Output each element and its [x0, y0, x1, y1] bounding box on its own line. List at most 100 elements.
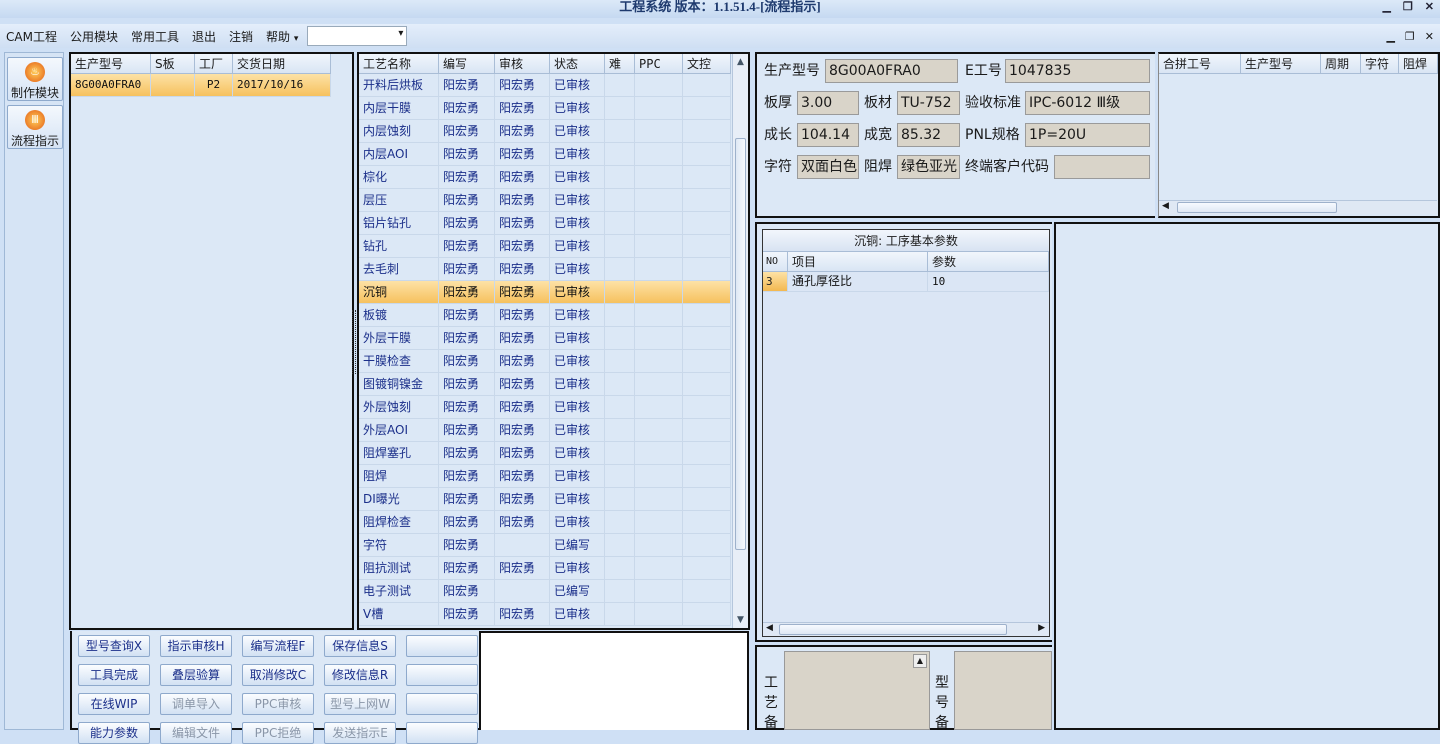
char-field[interactable]: 双面白色	[797, 155, 859, 179]
process-row[interactable]: 阻焊检查 阳宏勇 阳宏勇 已审核	[359, 511, 731, 534]
action-button-2-4[interactable]	[406, 693, 478, 715]
process-row[interactable]: 内层蚀刻 阳宏勇 阳宏勇 已审核	[359, 120, 731, 143]
col-no[interactable]: NO	[763, 252, 788, 271]
col-writer[interactable]: 编写	[439, 54, 495, 73]
process-row[interactable]: 阻焊塞孔 阳宏勇 阳宏勇 已审核	[359, 442, 731, 465]
col-merge-char[interactable]: 字符	[1361, 54, 1399, 73]
menu-combo-select[interactable]	[307, 26, 408, 46]
process-row[interactable]: 棕化 阳宏勇 阳宏勇 已审核	[359, 166, 731, 189]
process-row[interactable]: 内层干膜 阳宏勇 阳宏勇 已审核	[359, 97, 731, 120]
process-vscroll[interactable]: ▲ ▼	[732, 54, 748, 628]
action-button-0-2[interactable]: 编写流程F	[242, 635, 314, 657]
merge-hscroll[interactable]: ◀	[1159, 200, 1437, 214]
close-icon[interactable]: ✕	[1425, 0, 1434, 14]
col-doc-control[interactable]: 文控	[683, 54, 731, 73]
model-field[interactable]: 8G00A0FRA0	[825, 59, 958, 83]
menu-logout[interactable]: 注销	[229, 28, 253, 45]
col-process-name[interactable]: 工艺名称	[359, 54, 439, 73]
material-field[interactable]: TU-752	[897, 91, 960, 115]
process-row[interactable]: 阻抗测试 阳宏勇 阳宏勇 已审核	[359, 557, 731, 580]
action-button-0-1[interactable]: 指示审核H	[160, 635, 232, 657]
action-button-3-0[interactable]: 能力参数	[78, 722, 150, 744]
param-scroll-left-icon[interactable]: ◀	[766, 623, 773, 633]
scroll-down-icon[interactable]: ▼	[733, 612, 748, 628]
process-row[interactable]: V槽 阳宏勇 阳宏勇 已审核	[359, 603, 731, 626]
action-button-2-1[interactable]: 调单导入	[160, 693, 232, 715]
col-difficulty[interactable]: 难	[605, 54, 635, 73]
process-row[interactable]: 内层AOI 阳宏勇 阳宏勇 已审核	[359, 143, 731, 166]
process-row[interactable]: 干膜检查 阳宏勇 阳宏勇 已审核	[359, 350, 731, 373]
col-model[interactable]: 生产型号	[71, 54, 151, 73]
action-button-1-1[interactable]: 叠层验算	[160, 664, 232, 686]
param-scroll-right-icon[interactable]: ▶	[1038, 623, 1045, 633]
process-row[interactable]: 电子测试 阳宏勇 已编写	[359, 580, 731, 603]
col-status[interactable]: 状态	[550, 54, 605, 73]
process-row[interactable]: 开料后烘板 阳宏勇 阳宏勇 已审核	[359, 74, 731, 97]
minimize-icon[interactable]: ▁	[1382, 0, 1390, 14]
col-ppc[interactable]: PPC	[635, 54, 683, 73]
col-merge-cycle[interactable]: 周期	[1321, 54, 1361, 73]
mdi-close-icon[interactable]: ✕	[1425, 30, 1434, 43]
col-item[interactable]: 项目	[788, 252, 928, 271]
mdi-minimize-icon[interactable]: ▁	[1386, 30, 1394, 43]
order-row[interactable]: 8G00A0FRA0 P2 2017/10/16	[71, 74, 331, 97]
mdi-restore-icon[interactable]: ❐	[1405, 30, 1415, 43]
action-button-1-2[interactable]: 取消修改C	[242, 664, 314, 686]
process-row[interactable]: 板镀 阳宏勇 阳宏勇 已审核	[359, 304, 731, 327]
action-button-3-4[interactable]	[406, 722, 478, 744]
menu-common-module[interactable]: 公用模块	[70, 28, 118, 45]
action-button-2-0[interactable]: 在线WIP	[78, 693, 150, 715]
col-sboard[interactable]: S板	[151, 54, 195, 73]
process-row[interactable]: 铝片钻孔 阳宏勇 阳宏勇 已审核	[359, 212, 731, 235]
process-remark-box[interactable]: ▲	[784, 651, 930, 730]
action-button-0-0[interactable]: 型号查询X	[78, 635, 150, 657]
col-reviewer[interactable]: 审核	[495, 54, 550, 73]
process-row[interactable]: 图镀铜镍金 阳宏勇 阳宏勇 已审核	[359, 373, 731, 396]
action-button-2-2[interactable]: PPC审核	[242, 693, 314, 715]
action-button-1-3[interactable]: 修改信息R	[324, 664, 396, 686]
process-row[interactable]: DI曝光 阳宏勇 阳宏勇 已审核	[359, 488, 731, 511]
restore-icon[interactable]: ❐	[1403, 0, 1413, 14]
width-field[interactable]: 85.32	[897, 123, 960, 147]
standard-field[interactable]: IPC-6012 Ⅲ级	[1025, 91, 1150, 115]
action-button-0-3[interactable]: 保存信息S	[324, 635, 396, 657]
process-row[interactable]: 阻焊 阳宏勇 阳宏勇 已审核	[359, 465, 731, 488]
process-row[interactable]: 外层AOI 阳宏勇 阳宏勇 已审核	[359, 419, 731, 442]
param-scroll-thumb[interactable]	[779, 624, 1007, 635]
process-row[interactable]: 外层蚀刻 阳宏勇 阳宏勇 已审核	[359, 396, 731, 419]
process-row[interactable]: 字符 阳宏勇 已编写	[359, 534, 731, 557]
action-button-1-0[interactable]: 工具完成	[78, 664, 150, 686]
col-delivery[interactable]: 交货日期	[233, 54, 331, 73]
customer-code-field[interactable]	[1054, 155, 1150, 179]
process-guide-button[interactable]: Ⅲ 流程指示	[7, 105, 63, 149]
col-param[interactable]: 参数	[928, 252, 1049, 271]
action-button-3-1[interactable]: 编辑文件	[160, 722, 232, 744]
make-module-button[interactable]: ♨ 制作模块	[7, 57, 63, 101]
param-hscroll[interactable]: ◀ ▶	[763, 622, 1049, 636]
splitter-handle[interactable]	[352, 310, 356, 374]
process-scroll-thumb[interactable]	[735, 138, 746, 550]
action-button-0-4[interactable]	[406, 635, 478, 657]
merge-scroll-thumb[interactable]	[1177, 202, 1337, 213]
param-row[interactable]: 3 通孔厚径比 10	[763, 272, 1049, 292]
model-remark-box[interactable]	[954, 651, 1052, 730]
process-row[interactable]: 钻孔 阳宏勇 阳宏勇 已审核	[359, 235, 731, 258]
col-merge-model[interactable]: 生产型号	[1241, 54, 1321, 73]
scroll-left-icon[interactable]: ◀	[1162, 201, 1169, 211]
menu-help[interactable]: 帮助 ▾	[266, 28, 298, 45]
length-field[interactable]: 104.14	[797, 123, 859, 147]
scroll-up-icon[interactable]: ▲	[733, 54, 748, 70]
process-row[interactable]: 外层干膜 阳宏勇 阳宏勇 已审核	[359, 327, 731, 350]
col-merge-no[interactable]: 合拼工号	[1159, 54, 1241, 73]
action-button-2-3[interactable]: 型号上网W	[324, 693, 396, 715]
action-button-1-4[interactable]	[406, 664, 478, 686]
thickness-field[interactable]: 3.00	[797, 91, 859, 115]
col-merge-mask[interactable]: 阻焊	[1399, 54, 1438, 73]
remark-scroll-up-icon[interactable]: ▲	[913, 654, 927, 668]
action-button-3-2[interactable]: PPC拒绝	[242, 722, 314, 744]
col-factory[interactable]: 工厂	[195, 54, 233, 73]
action-button-3-3[interactable]: 发送指示E	[324, 722, 396, 744]
menu-cam[interactable]: CAM工程	[6, 28, 57, 45]
process-row[interactable]: 沉铜 阳宏勇 阳宏勇 已审核	[359, 281, 731, 304]
mask-field[interactable]: 绿色亚光	[897, 155, 960, 179]
